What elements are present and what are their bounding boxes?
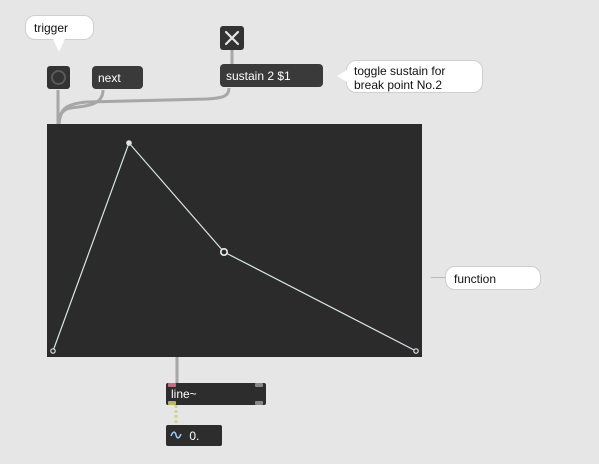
- function-breakpoint-editor[interactable]: [47, 124, 422, 357]
- breakpoint-4: [413, 348, 419, 354]
- function-comment-pointer: [431, 277, 445, 278]
- line-inlet-left[interactable]: [168, 383, 176, 387]
- line-outlet-left[interactable]: [168, 401, 176, 405]
- line-signal-object[interactable]: line~: [166, 383, 266, 405]
- line-outlet-right[interactable]: [255, 401, 263, 405]
- sustain-message-label: sustain 2 $1: [226, 69, 291, 83]
- toggle-x-icon: [224, 30, 240, 46]
- next-message[interactable]: next: [92, 66, 143, 89]
- function-comment: function: [445, 266, 541, 290]
- next-message-label: next: [98, 71, 121, 85]
- envelope-line: [52, 141, 417, 352]
- sustain-comment-pointer: [337, 70, 347, 82]
- trigger-comment: trigger: [25, 15, 94, 40]
- signal-number-box[interactable]: 0.: [166, 425, 222, 446]
- max-patch-canvas: trigger next sustain 2 $1 toggle sustain…: [0, 0, 599, 464]
- signal-wave-icon: [170, 431, 182, 439]
- function-comment-text: function: [454, 272, 497, 286]
- trigger-comment-text: trigger: [34, 21, 69, 35]
- line-signal-object-label: line~: [171, 387, 197, 401]
- signal-number-value: 0.: [189, 429, 200, 443]
- sustain-comment-text: toggle sustain for break point No.2: [354, 64, 446, 92]
- bang-button[interactable]: [47, 66, 70, 89]
- bang-button-icon: [51, 70, 66, 85]
- sustain-toggle[interactable]: [220, 26, 244, 50]
- sustain-comment: toggle sustain for break point No.2: [346, 60, 483, 93]
- function-graph[interactable]: [47, 124, 422, 357]
- breakpoint-2: [126, 140, 132, 146]
- line-inlet-right[interactable]: [255, 383, 263, 387]
- breakpoint-3-sustain: [220, 248, 229, 257]
- patch-cord-sustain-to-function: [57, 87, 231, 125]
- breakpoint-1: [50, 348, 56, 354]
- patch-cord-next-to-function: [57, 89, 105, 125]
- sustain-message[interactable]: sustain 2 $1: [220, 64, 323, 87]
- trigger-comment-pointer: [53, 39, 65, 52]
